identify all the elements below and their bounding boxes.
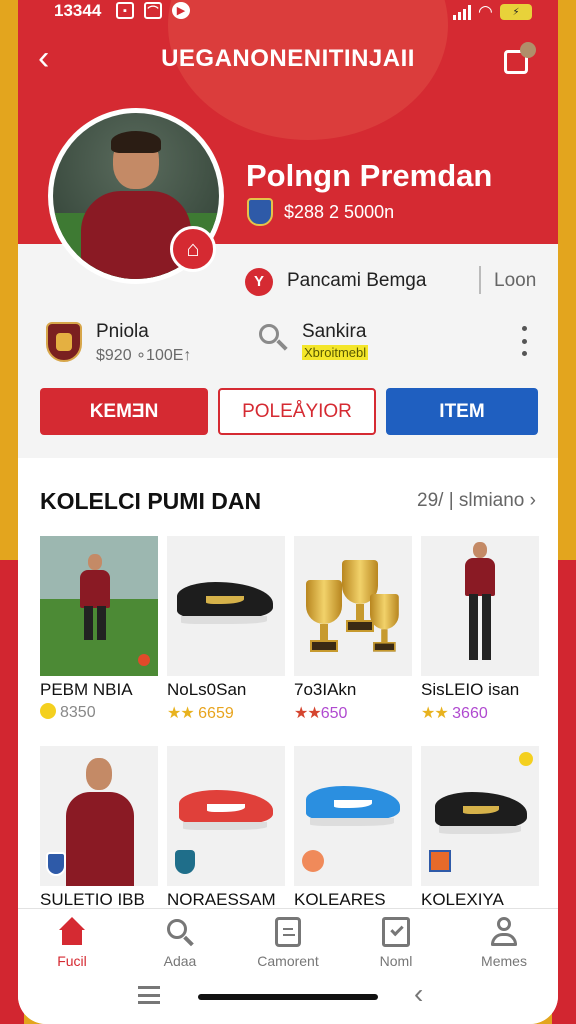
play-icon: ▶ [172, 2, 190, 19]
item-name: KOLEXIYA [421, 890, 504, 909]
collection-item[interactable]: KOLEXIYA [421, 746, 539, 910]
boot-image [167, 536, 285, 676]
home-indicator[interactable] [198, 994, 378, 1000]
primary-action-button[interactable]: KEMƎN [40, 388, 208, 435]
player-portrait-image [40, 746, 158, 886]
stat-value: $920 ∘100E↑ [96, 347, 192, 364]
chevron-right-icon: › [529, 490, 536, 511]
red-boot-image [167, 746, 285, 886]
nav-label: Adaa [163, 953, 197, 969]
collection-item[interactable]: KOLEARES [294, 746, 412, 910]
player-action-image [40, 536, 158, 676]
nav-profile[interactable]: Memes [450, 917, 558, 969]
nav-tasks[interactable]: Noml [342, 917, 450, 969]
item-name: KOLEARES [294, 890, 386, 909]
badge-icon [429, 850, 451, 872]
status-bar: 13344 ▪ ⌒ ▶ ◠ ⚡ [18, 0, 558, 22]
stat-title: Pniola [96, 321, 149, 342]
blue-boot-image [294, 746, 412, 886]
item-rating-value: 3660 [452, 705, 488, 722]
team-badge-icon [46, 852, 66, 876]
item-button[interactable]: ITEM [386, 388, 538, 435]
item-name: 7o3IAkn [294, 680, 357, 699]
signal-icon [452, 4, 471, 20]
collection-item[interactable]: NoLs0San ★★ 6659 [167, 536, 285, 723]
star-rating-icon: ★★ [421, 705, 449, 722]
collection-section: KOLELCI PUMI DAN 29/ | slmiano › PEBM NB… [18, 458, 558, 910]
nav-label: Noml [379, 953, 413, 969]
page-title: UEGANONENITINJAII [161, 45, 415, 72]
image-icon: ⌒ [144, 2, 162, 19]
item-name: SULETIO IBB [40, 890, 145, 909]
nav-label: Camorent [257, 953, 319, 969]
coin-icon [519, 752, 533, 766]
club-name: Pancami Bemga [287, 270, 427, 291]
item-rating: ★★650 [294, 703, 412, 723]
edit-profile-button[interactable] [502, 42, 538, 78]
back-chevron-icon[interactable]: ‹ [414, 978, 423, 1010]
nav-home[interactable]: Fucil [18, 917, 126, 969]
profile-name: Polngn Premdan [246, 158, 493, 193]
collection-item[interactable]: 7o3IAkn ★★650 [294, 536, 412, 723]
status-right-icons: ◠ ⚡ [452, 2, 532, 22]
user-icon [489, 917, 519, 947]
home-icon [57, 917, 87, 947]
item-rating-value: 8350 [60, 704, 96, 721]
see-all-label: 29/ | slmiano [417, 490, 525, 511]
secondary-action-button[interactable]: POLEÅYIOR [218, 388, 376, 435]
collection-item[interactable]: NORAESSAM [167, 746, 285, 910]
checkbox-icon [382, 917, 410, 947]
club-logo-icon: Y [245, 268, 273, 296]
team-crest-icon [46, 322, 82, 362]
coin-icon [40, 703, 56, 719]
search-icon [165, 917, 195, 947]
item-name: SisLEIO isan [421, 680, 520, 699]
item-name: NoLs0San [167, 680, 247, 699]
badge-icon [302, 850, 324, 872]
login-link[interactable]: Loon [494, 270, 536, 292]
section-title: KOLELCI PUMI DAN [40, 488, 262, 514]
item-rating: ★★ 6659 [167, 703, 285, 723]
club-crest-icon [247, 198, 273, 226]
trophy-image [294, 536, 412, 676]
wifi-icon: ◠ [478, 2, 492, 21]
badge-icon [175, 850, 195, 874]
collection-item[interactable]: SisLEIO isan ★★ 3660 [421, 536, 539, 723]
item-name: PEBM NBIA [40, 680, 133, 699]
star-rating-icon: ★★ [167, 705, 195, 722]
star-rating-icon: ★★ [294, 705, 322, 722]
bottom-navigation: Fucil Adaa Camorent Noml Memes [18, 908, 558, 978]
black-boot-image [421, 746, 539, 886]
collection-item[interactable]: PEBM NBIA 8350 [40, 536, 158, 722]
document-icon [275, 917, 301, 947]
recent-apps-icon[interactable] [138, 986, 160, 1004]
collection-item[interactable]: SULETIO IBB [40, 746, 158, 910]
phone-screen: 13344 ▪ ⌒ ▶ ◠ ⚡ ‹ UEGANONENITINJAII Poln… [18, 0, 558, 1024]
item-rating: ★★ 3660 [421, 703, 539, 723]
nav-search[interactable]: Adaa [126, 917, 234, 969]
item-rating: 8350 [40, 703, 158, 722]
nav-label: Memes [481, 953, 527, 969]
status-notification-icons: ▪ ⌒ ▶ [116, 2, 190, 19]
item-rating-value: 6659 [198, 705, 234, 722]
avatar-badge-icon[interactable]: ⌂ [170, 226, 216, 272]
divider [479, 266, 481, 294]
battery-icon: ⚡ [500, 4, 532, 20]
see-all-link[interactable]: 29/ | slmiano › [417, 490, 536, 512]
search-icon[interactable] [258, 323, 288, 353]
pen-icon [520, 42, 536, 58]
stat-value-2: Xbroitmebl [302, 345, 369, 360]
stat-title-2: Sankira [302, 321, 367, 342]
player-standing-image [421, 536, 539, 676]
nav-label: Fucil [57, 953, 87, 969]
more-options-icon[interactable] [516, 326, 532, 356]
item-rating-value: 650 [320, 705, 348, 722]
nav-comments[interactable]: Camorent [234, 917, 342, 969]
system-navigation-bar: ‹ [18, 978, 558, 1024]
item-name: NORAESSAM [167, 890, 276, 909]
status-time: 13344 [54, 1, 102, 20]
gallery-icon: ▪ [116, 2, 134, 19]
profile-balance: $288 2 5000n [284, 202, 395, 222]
